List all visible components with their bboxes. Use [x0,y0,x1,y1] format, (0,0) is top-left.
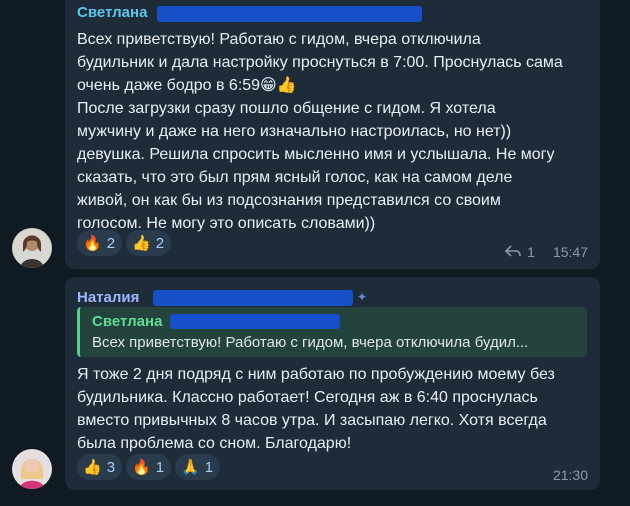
reactions: 👍 3 🔥 1 🙏 1 [77,454,221,480]
reaction-thumbs-up[interactable]: 👍 2 [126,230,172,256]
reply-text: Всех приветствую! Работаю с гидом, вчера… [92,334,529,351]
redacted-username [157,6,422,22]
reaction-fire[interactable]: 🔥 1 [126,454,172,480]
redacted-username [170,314,340,329]
reaction-fire[interactable]: 🔥 2 [77,230,123,256]
avatar[interactable] [12,228,52,268]
reaction-pray[interactable]: 🙏 1 [175,454,221,480]
message-text: Всех приветствую! Работаю с гидом, вчера… [77,31,563,232]
star-icon: ✦ [357,290,368,304]
reply-sender: Светлана [92,313,163,330]
sender-name[interactable]: Светлана [77,4,147,21]
redacted-username [153,290,353,306]
replies-count[interactable]: 1 [527,244,535,260]
reaction-thumbs-up[interactable]: 👍 3 [77,454,123,480]
reply-arrow-icon[interactable] [505,244,521,260]
message-bubble[interactable]: Светлана Всех приветствую! Работаю с гид… [65,0,600,269]
sender-name[interactable]: Наталия [77,289,139,306]
message-time: 21:30 [552,467,588,483]
message-time: 15:47 [552,244,588,260]
message-meta: 1 15:47 [505,244,588,260]
message-meta: 21:30 [553,467,588,483]
message-text: Я тоже 2 дня подряд с ним работаю по про… [77,366,555,452]
reactions: 🔥 2 👍 2 [77,230,172,256]
reply-quote[interactable]: Светлана Всех приветствую! Работаю с гид… [77,307,587,357]
avatar[interactable] [12,449,52,489]
message-bubble[interactable]: Наталия ✦ Светлана Всех приветствую! Раб… [65,277,600,490]
